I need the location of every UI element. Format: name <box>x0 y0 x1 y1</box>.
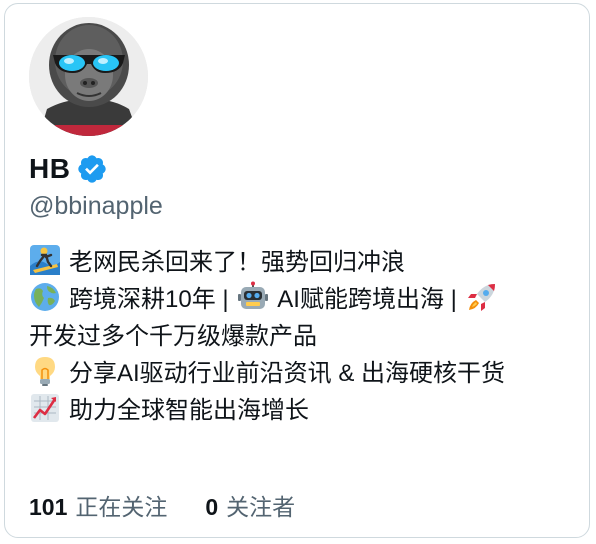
rocket-emoji-icon <box>467 284 495 311</box>
following-count: 101 <box>29 494 68 520</box>
chart-increasing-emoji-icon <box>31 394 59 422</box>
avatar[interactable] <box>29 17 148 136</box>
profile-stats: 101 正在关注 0 关注者 <box>29 488 295 522</box>
profile-hover-card: HB @bbinapple 老网民杀回来了！强势回归冲浪 跨境深耕10年 | A… <box>4 3 590 538</box>
bio-text-2b: AI赋能跨境出海 | <box>277 286 457 313</box>
bio-line-3: 开发过多个千万级爆款产品 <box>29 318 565 355</box>
following-label: 正在关注 <box>75 494 168 520</box>
bio: 老网民杀回来了！强势回归冲浪 跨境深耕10年 | AI赋能跨境出海 | 开发过多… <box>29 244 565 429</box>
bio-text-2a: 跨境深耕10年 | <box>69 286 229 313</box>
name-row: HB <box>29 149 108 189</box>
bio-line-2: 跨境深耕10年 | AI赋能跨境出海 | <box>29 281 565 318</box>
bio-text-1: 老网民杀回来了！强势回归冲浪 <box>69 249 405 276</box>
verified-badge-icon[interactable] <box>76 153 108 185</box>
globe-emoji-icon <box>31 283 59 311</box>
bio-line-5: 助力全球智能出海增长 <box>29 392 565 429</box>
lightbulb-emoji-icon <box>35 357 55 386</box>
display-name[interactable]: HB <box>29 155 70 183</box>
followers-link[interactable]: 0 关注者 <box>205 488 295 522</box>
bio-text-3: 开发过多个千万级爆款产品 <box>29 323 317 350</box>
avatar-image <box>29 17 148 136</box>
followers-label: 关注者 <box>226 494 296 520</box>
bio-line-1: 老网民杀回来了！强势回归冲浪 <box>29 244 565 281</box>
robot-emoji-icon <box>238 281 269 309</box>
user-handle[interactable]: @bbinapple <box>29 191 163 221</box>
bio-text-5: 助力全球智能出海增长 <box>69 397 309 424</box>
surfer-emoji-icon <box>30 245 60 275</box>
followers-count: 0 <box>205 494 219 520</box>
bio-text-4: 分享AI驱动行业前沿资讯 & 出海硬核干货 <box>69 360 506 387</box>
following-link[interactable]: 101 正在关注 <box>29 488 167 522</box>
bio-line-4: 分享AI驱动行业前沿资讯 & 出海硬核干货 <box>29 355 565 392</box>
